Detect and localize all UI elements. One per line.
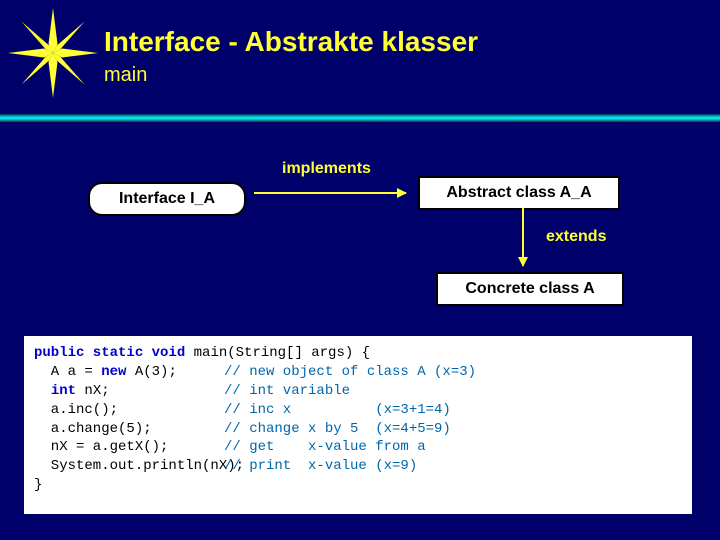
extends-arrow [522, 208, 524, 266]
interface-box: Interface I_A [88, 182, 246, 216]
starburst-icon [8, 8, 98, 98]
implements-label: implements [282, 160, 371, 178]
abstract-class-box: Abstract class A_A [418, 176, 620, 210]
extends-label: extends [546, 228, 606, 246]
concrete-class-box: Concrete class A [436, 272, 624, 306]
page-title: Interface - Abstrakte klasser [104, 26, 478, 58]
implements-arrow [254, 192, 406, 194]
slide: Interface - Abstrakte klasser main imple… [0, 0, 720, 540]
code-block: public static void main(String[] args) {… [24, 336, 692, 514]
divider [0, 114, 720, 122]
page-subtitle: main [104, 64, 147, 87]
